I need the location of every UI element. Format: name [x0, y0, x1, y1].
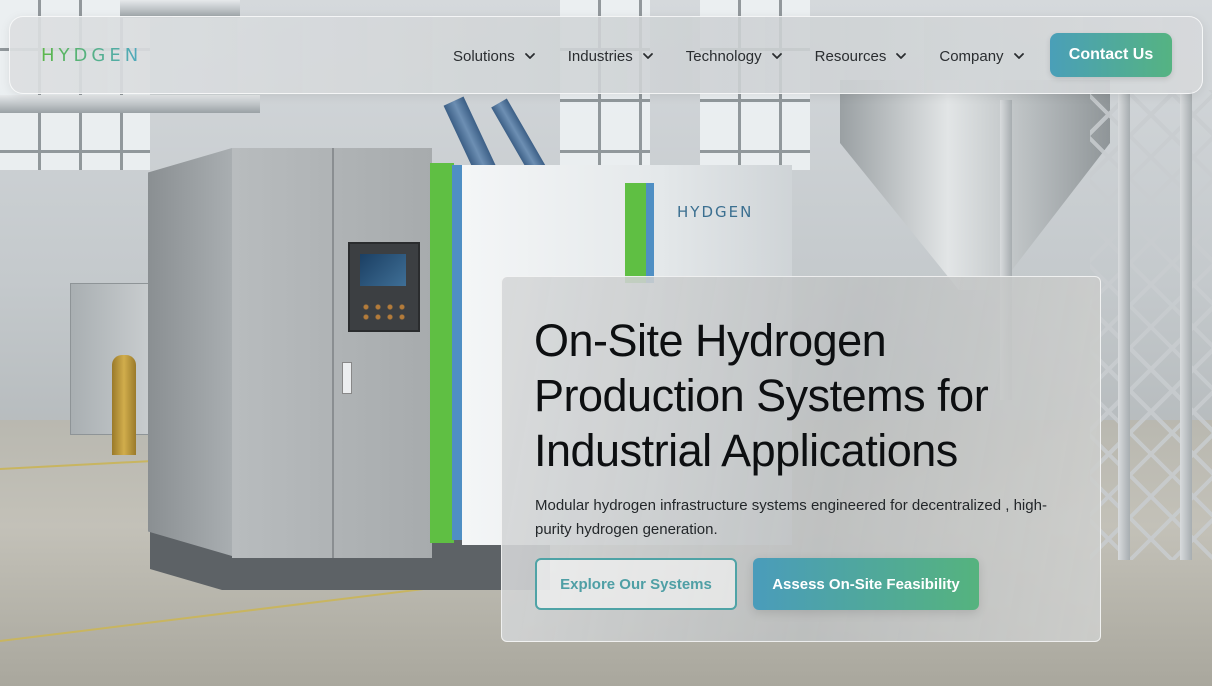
machine-side	[148, 148, 232, 556]
assess-feasibility-button[interactable]: Assess On-Site Feasibility	[753, 558, 979, 610]
nav-item-label: Resources	[814, 47, 887, 65]
machine-stripe	[452, 165, 462, 540]
machine-stripe	[625, 183, 647, 283]
site-header: HYDGEN Solutions Industries Technology R…	[9, 16, 1203, 94]
side-cabinet	[70, 283, 152, 435]
nav-item-label: Technology	[685, 47, 762, 65]
machine-logo: HYDGEN	[677, 203, 754, 221]
explore-systems-button[interactable]: Explore Our Systems	[535, 558, 737, 610]
nav-item-resources[interactable]: Resources	[815, 48, 909, 65]
overhead-pipe	[0, 95, 260, 113]
nav-item-technology[interactable]: Technology	[686, 48, 784, 65]
steel-post	[1180, 90, 1192, 560]
nav-item-industries[interactable]: Industries	[568, 48, 655, 65]
steel-truss	[1090, 90, 1212, 560]
nav-item-label: Company	[939, 47, 1004, 65]
nav-item-solutions[interactable]: Solutions	[453, 48, 537, 65]
hero-subtitle: Modular hydrogen infrastructure systems …	[535, 497, 1047, 538]
door-handle	[342, 362, 352, 394]
machine-door	[232, 148, 432, 558]
hero-title: On-Site Hydrogen Production Systems for …	[534, 315, 989, 476]
control-panel	[348, 242, 420, 332]
chevron-down-icon	[523, 49, 537, 63]
chevron-down-icon	[1012, 49, 1026, 63]
chevron-down-icon	[641, 49, 655, 63]
main-nav: Solutions Industries Technology Resource…	[453, 17, 1026, 95]
nav-item-company[interactable]: Company	[939, 48, 1025, 65]
control-screen	[360, 254, 406, 286]
chevron-down-icon	[770, 49, 784, 63]
yellow-pipe	[112, 355, 136, 455]
hero-card: On-Site Hydrogen Production Systems for …	[501, 276, 1101, 642]
contact-us-button[interactable]: Contact Us	[1050, 33, 1172, 77]
steel-post	[1118, 90, 1130, 560]
machine-stripe	[646, 183, 654, 283]
nav-item-label: Solutions	[453, 47, 515, 65]
control-buttons	[360, 302, 406, 322]
brand-logo[interactable]: HYDGEN	[41, 45, 142, 66]
machine-stripe	[430, 163, 454, 543]
nav-item-label: Industries	[567, 47, 633, 65]
chevron-down-icon	[894, 49, 908, 63]
page: HYDGEN HYDGEN Solutions Industries Techn…	[0, 0, 1212, 686]
